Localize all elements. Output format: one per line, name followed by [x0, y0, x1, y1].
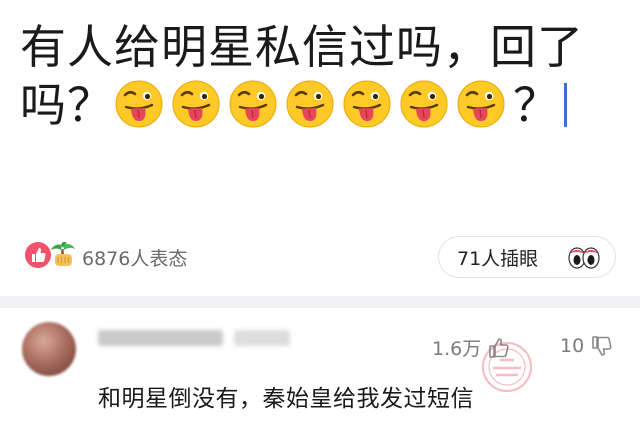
tongue-out-wink-face-icon: [286, 80, 334, 128]
tongue-out-wink-face-icon: [229, 80, 277, 128]
tongue-out-wink-face-icon: [343, 80, 391, 128]
post-title-prefix: 吗？: [20, 78, 114, 132]
post-title-line-2: 吗？ ？: [20, 76, 620, 134]
avatar[interactable]: [22, 322, 76, 376]
reaction-summary[interactable]: 6876人表态: [24, 241, 187, 273]
palm-tree-fist-icon: [48, 241, 78, 273]
tongue-out-wink-face-icon: [172, 80, 220, 128]
dislike-icon: [592, 336, 612, 356]
comment-item[interactable]: 1.6万 10 和明星倒没有，秦始皇给我发过短信: [0, 308, 640, 434]
section-divider: [0, 296, 640, 308]
seal-watermark-icon: [481, 341, 533, 393]
user-badge-blurred: [234, 330, 290, 346]
like-count: 1.6万: [432, 338, 482, 360]
dislike-count: 10: [560, 335, 585, 357]
peek-button[interactable]: 71人插眼: [438, 236, 616, 278]
eyes-icon: [567, 245, 601, 275]
post-title: 有人给明星私信过吗，回了 吗？ ？: [20, 18, 620, 134]
text-cursor: [564, 83, 567, 127]
comment-text: 和明星倒没有，秦始皇给我发过短信: [98, 386, 474, 412]
tongue-out-wink-face-icon: [400, 80, 448, 128]
emoji-row: [114, 78, 513, 132]
username-blurred[interactable]: [98, 330, 223, 346]
tongue-out-wink-face-icon: [115, 80, 163, 128]
post-title-suffix: ？: [513, 78, 560, 132]
peek-count-label: 71人插眼: [457, 247, 539, 270]
reaction-count: 6876人表态: [82, 247, 188, 270]
tongue-out-wink-face-icon: [457, 80, 505, 128]
comment-dislike[interactable]: 10: [560, 334, 614, 358]
post-title-line-1: 有人给明星私信过吗，回了: [20, 20, 584, 74]
post-card: 有人给明星私信过吗，回了 吗？ ？ 6876人表态 71人插眼: [0, 0, 640, 300]
